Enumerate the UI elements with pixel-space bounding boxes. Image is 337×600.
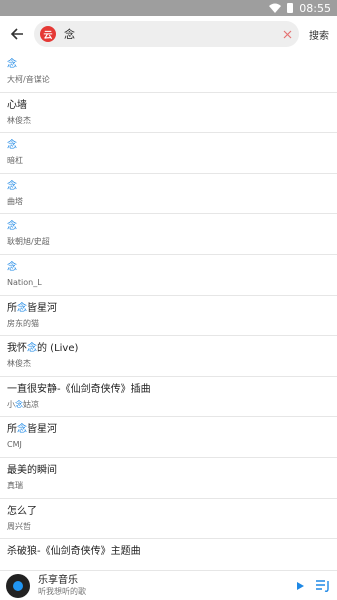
netease-app-icon: 云 [40,26,56,42]
search-input[interactable]: 念 [64,26,281,42]
search-button[interactable]: 搜索 [309,27,329,42]
disc-icon[interactable] [6,573,30,598]
song-title: 念 [7,180,17,192]
song-title: 心墙 [7,99,27,111]
player-name: 乐享音乐 [38,574,78,586]
song-title: 所念皆星河 [7,424,57,436]
song-title: 念 [7,221,17,233]
song-artist: 周兴哲 [7,521,31,531]
song-artist: CMJ [7,440,22,450]
list-item[interactable]: 最美的瞬间 真瑞 [0,458,337,499]
wifi-icon [269,3,282,13]
list-item[interactable]: 所念皆星河 房东的猫 [0,296,337,337]
song-title: 念 [7,261,17,273]
list-item[interactable]: 一直很安静-《仙剑奇侠传》插曲 小念姑凉 [0,377,337,418]
playlist-icon[interactable] [315,579,331,593]
song-artist: 房东的猫 [7,318,39,328]
song-artist: 曲塔 [7,196,23,206]
mini-player[interactable]: 乐享音乐 听我想听的歌 [0,570,337,600]
list-item[interactable]: 念暗杠 [0,133,337,174]
search-results-list: 念大柯/音谋论 心墙 林俊杰念暗杠念曲塔念耿朝旭/史超念 Nation_L 所念皆星河房… [0,52,337,570]
song-title: 我怀念的 (Live) [7,343,79,355]
song-artist: 林俊杰 [7,115,31,125]
clear-button[interactable] [281,28,293,40]
song-title: 一直很安静-《仙剑奇侠传》插曲 [7,383,151,395]
play-icon[interactable] [295,581,305,591]
song-artist: 暗杠 [7,156,23,166]
song-artist: 耿朝旭/史超 [7,237,50,247]
song-title: 念 [7,59,17,70]
song-title: 杀破狼-《仙剑奇侠传》主题曲 [7,546,141,558]
status-time: 08:55 [299,1,331,15]
list-item[interactable]: 念大柯/音谋论 [0,52,337,93]
song-title: 念 [7,140,17,152]
song-artist: 林俊杰 [7,359,31,369]
battery-icon [287,3,294,13]
list-item[interactable]: 我怀念的 (Live) 林俊杰 [0,336,337,377]
song-artist: 真瑞 [7,480,23,490]
list-item[interactable]: 所念皆星河 CMJ [0,417,337,458]
player-info: 乐享音乐 听我想听的歌 [38,575,295,597]
song-artist: 小念姑凉 [7,399,39,409]
search-box[interactable]: 云 念 [34,21,299,47]
status-bar: 08:55 [0,0,337,16]
song-artist: Nation_L [7,277,42,287]
clear-icon [283,30,291,38]
song-title: 最美的瞬间 [7,464,57,476]
player-subtitle: 听我想听的歌 [38,586,86,596]
list-item[interactable]: 杀破狼-《仙剑奇侠传》主题曲 [0,539,337,570]
song-artist: 大柯/音谋论 [7,75,50,84]
list-item[interactable]: 念耿朝旭/史超 [0,214,337,255]
back-arrow-icon [10,28,23,40]
search-header: 云 念 搜索 [0,16,337,52]
list-item[interactable]: 心墙 林俊杰 [0,93,337,134]
song-title: 所念皆星河 [7,302,57,314]
song-title: 怎么了 [7,505,37,517]
back-button[interactable] [6,23,28,45]
list-item[interactable]: 念 Nation_L [0,255,337,296]
list-item[interactable]: 念曲塔 [0,174,337,215]
list-item[interactable]: 怎么了 周兴哲 [0,499,337,540]
